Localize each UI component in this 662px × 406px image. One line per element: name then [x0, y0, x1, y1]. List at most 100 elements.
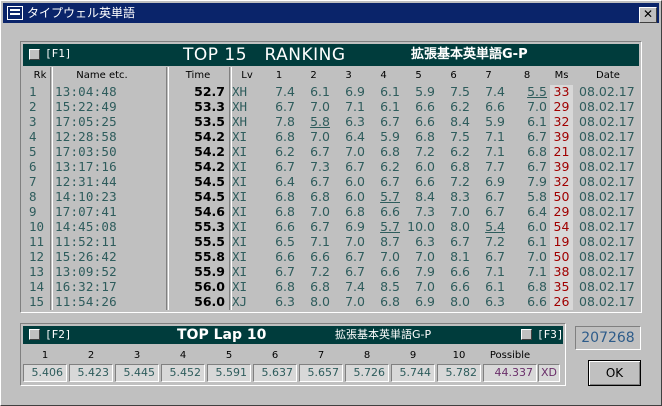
section-time-cell: 7.0: [380, 249, 400, 264]
lap-value: 5.657: [299, 364, 343, 382]
level-cell: XH: [232, 99, 248, 114]
lap-value: 5.726: [345, 364, 389, 382]
lap-checkbox-left[interactable]: [29, 329, 40, 340]
section-time-cell: 6.1: [380, 99, 400, 114]
lap-checkbox-right[interactable]: [521, 329, 532, 340]
level-cell: XI: [232, 204, 248, 219]
section-time-cell: 6.1: [380, 84, 400, 99]
rank-cell: 12: [29, 249, 45, 264]
section-time-cell: 6.7: [485, 249, 505, 264]
ranking-row[interactable]: 15 11:54:26 56.0 XJ 6.3 8.0 7.0 6.8 6.9 8.0 6.3 6.6…: [23, 295, 639, 309]
name-cell: 11:54:26: [55, 294, 117, 309]
date-cell: 08.02.17: [579, 129, 635, 144]
miss-count-cell: 19: [553, 234, 570, 249]
ranking-header: [F1] TOP 15 RANKING 拡張基本英単語G-P: [23, 44, 639, 66]
ranking-row[interactable]: 3 17:05:25 53.5 XH 7.8 5.8 6.3 6.7 6.6 8.4 5.9 6.1 3…: [23, 115, 639, 129]
date-cell: 08.02.17: [579, 114, 635, 129]
section-time-cell: 6.8: [310, 189, 330, 204]
section-time-cell: 6.7: [380, 114, 400, 129]
miss-count-cell: 32: [553, 114, 570, 129]
ranking-row[interactable]: 5 17:03:50 54.2 XI 6.2 6.7 7.0 6.8 7.2 6.2 7.1 6.8 2…: [23, 145, 639, 159]
date-cell: 08.02.17: [579, 279, 635, 294]
ranking-row[interactable]: 1 13:04:48 52.7 XH 7.4 6.1 6.9 6.1 5.9 7.5 7.4 5.5 3…: [23, 85, 639, 99]
section-time-cell: 6.7: [275, 99, 295, 114]
rank-cell: 11: [29, 234, 45, 249]
level-cell: XI: [232, 159, 248, 174]
ranking-row[interactable]: 8 14:10:23 54.5 XI 6.8 6.8 6.0 5.7 8.4 8.3 6.7 5.8 5…: [23, 190, 639, 204]
ranking-row[interactable]: 2 15:22:49 53.3 XH 6.7 7.0 7.1 6.1 6.6 6.2 6.6 7.0 2…: [23, 100, 639, 114]
date-cell: 08.02.17: [579, 99, 635, 114]
section-time-cell: 7.0: [310, 129, 330, 144]
level-cell: XI: [232, 189, 248, 204]
close-button[interactable]: ✕: [639, 7, 657, 23]
section-time-cell: 6.2: [380, 159, 400, 174]
possible-level: XD: [538, 364, 560, 382]
section-time-cell: 6.8: [450, 159, 470, 174]
section-time-cell: 6.6: [310, 249, 330, 264]
ranking-row[interactable]: 9 17:07:41 54.6 XI 6.8 7.0 6.8 6.6 7.3 7.0 6.7 6.4 2…: [23, 205, 639, 219]
ranking-row[interactable]: 4 12:28:58 54.2 XI 6.8 7.0 6.4 5.9 6.8 7.5 7.1 6.7 3…: [23, 130, 639, 144]
section-time-cell: 7.5: [450, 129, 470, 144]
ranking-row[interactable]: 13 13:09:52 55.9 XI 6.7 7.2 6.7 6.6 7.9 6.6 7.1 7.1…: [23, 265, 639, 279]
section-time-cell: 6.7: [310, 219, 330, 234]
rank-cell: 15: [29, 294, 45, 309]
column-header: 7: [485, 70, 492, 81]
level-cell: XH: [232, 114, 248, 129]
top-lap-header: [F2] TOP Lap 10 拡張基本英単語G-P [F3]: [23, 326, 564, 344]
name-cell: 15:26:42: [55, 249, 117, 264]
rank-cell: 3: [29, 114, 37, 129]
date-cell: 08.02.17: [579, 234, 635, 249]
ranking-row[interactable]: 10 14:45:08 55.3 XI 6.6 6.7 6.9 5.7 10.0 8.0 5.4 6.…: [23, 220, 639, 234]
ranking-row[interactable]: 7 12:31:44 54.5 XI 6.4 6.7 6.0 6.7 6.6 7.2 6.9 7.9 3…: [23, 175, 639, 189]
ranking-row[interactable]: 14 16:32:17 56.0 XI 6.8 6.8 7.4 8.5 7.0 6.6 6.1 6.8…: [23, 280, 639, 294]
lap-value: 5.782: [437, 364, 481, 382]
section-time-cell: 7.9: [415, 264, 435, 279]
time-cell: 54.6: [194, 204, 225, 219]
ranking-row[interactable]: 11 11:52:11 55.5 XI 6.5 7.1 7.0 8.7 6.3 6.7 7.2 6.1…: [23, 235, 639, 249]
name-cell: 13:09:52: [55, 264, 117, 279]
time-cell: 53.3: [194, 99, 225, 114]
section-time-cell: 6.8: [415, 129, 435, 144]
time-cell: 52.7: [194, 84, 225, 99]
ok-button[interactable]: OK: [588, 360, 641, 386]
lap-value: 5.445: [115, 364, 159, 382]
lap-label: 4: [179, 350, 187, 361]
ranking-row[interactable]: 12 15:26:42 55.8 XI 6.6 6.6 6.7 7.0 7.0 8.1 6.7 7.0…: [23, 250, 639, 264]
lap-label: 1: [41, 350, 49, 361]
section-time-cell: 7.4: [485, 84, 505, 99]
date-cell: 08.02.17: [579, 294, 635, 309]
section-time-cell: 6.6: [415, 99, 435, 114]
time-cell: 54.5: [194, 189, 225, 204]
time-cell: 55.8: [194, 249, 225, 264]
section-time-cell: 8.7: [380, 234, 400, 249]
miss-count-cell: 38: [553, 264, 570, 279]
section-time-cell: 6.6: [485, 99, 505, 114]
section-time-cell: 7.0: [415, 249, 435, 264]
miss-count-cell: 21: [553, 144, 570, 159]
section-time-cell: 6.6: [415, 174, 435, 189]
section-time-cell: 6.1: [310, 84, 330, 99]
column-header: 8: [523, 70, 531, 81]
ranking-checkbox[interactable]: [29, 49, 40, 60]
date-cell: 08.02.17: [579, 144, 635, 159]
section-time-cell: 6.4: [345, 129, 365, 144]
section-time-cell: 5.5: [527, 84, 547, 99]
section-time-cell: 6.3: [485, 294, 505, 309]
section-time-cell: 6.7: [527, 129, 547, 144]
lap-label: 8: [363, 350, 371, 361]
section-time-cell: 6.2: [450, 99, 470, 114]
column-header: Time: [185, 70, 211, 81]
section-time-cell: 5.9: [415, 84, 435, 99]
section-time-cell: 6.7: [527, 159, 547, 174]
name-cell: 13:04:48: [55, 84, 117, 99]
section-time-cell: 7.0: [345, 294, 365, 309]
section-time-cell: 7.3: [310, 159, 330, 174]
level-cell: XJ: [232, 294, 248, 309]
miss-count-cell: 50: [553, 249, 570, 264]
column-header: Date: [596, 70, 620, 81]
time-cell: 55.3: [194, 219, 225, 234]
section-time-cell: 6.6: [415, 114, 435, 129]
ranking-row[interactable]: 6 13:17:16 54.2 XI 6.7 7.3 6.7 6.2 6.0 6.8 7.7 6.7 3…: [23, 160, 639, 174]
section-time-cell: 7.2: [310, 264, 330, 279]
section-time-cell: 5.9: [485, 114, 505, 129]
